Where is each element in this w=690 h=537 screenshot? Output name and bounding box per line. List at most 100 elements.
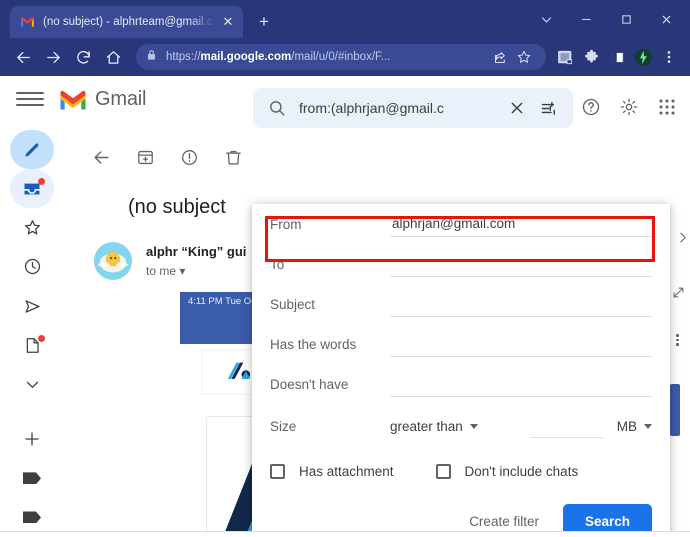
report-spam-icon[interactable] [178,146,200,168]
help-icon[interactable] [572,88,610,126]
size-operator-select[interactable]: greater than [390,419,530,434]
archive-icon[interactable] [134,146,156,168]
snoozed-button[interactable] [10,247,54,286]
gmail-logo[interactable]: Gmail [58,88,146,111]
drafts-button[interactable] [10,326,54,365]
chevron-down-icon [644,423,652,429]
sender-avatar [94,242,132,280]
recipient-text: to me [146,264,177,278]
inbox-button[interactable] [10,169,54,209]
next-email-chevron-right-icon[interactable] [676,231,689,249]
size-row: Size greater than MB [270,404,652,448]
inbox-unread-badge [38,178,45,186]
star-icon[interactable] [512,45,536,69]
share-icon[interactable] [488,45,512,69]
window-bottom-edge [0,531,690,537]
gmail-header: Gmail from:(alphrjan@gmail.c [0,76,690,128]
tab-title: (no subject) - alphrteam@gmail.c [43,16,213,28]
hamburger-menu-icon[interactable] [16,88,44,110]
compose-button[interactable] [10,130,54,170]
from-field-label: From [270,216,302,232]
label-tag-icon [23,511,41,524]
starred-button[interactable] [10,208,54,247]
gmail-header-actions [572,88,686,126]
url-domain: mail.google.com [200,51,292,63]
email-subject: (no subject [128,196,226,218]
tab-close-icon[interactable]: ✕ [219,13,237,31]
maximize-button[interactable] [606,4,646,34]
chrome-menu-kebab-icon[interactable] [656,44,682,70]
scrollbar-thumb[interactable] [670,384,680,436]
reload-button[interactable] [68,42,98,72]
from-field-input[interactable] [390,211,652,237]
back-to-inbox-button[interactable] [90,146,112,168]
green-extension-avatar[interactable] [630,44,656,70]
kebab-menu-icon[interactable] [676,334,679,346]
checkbox-box [270,463,285,479]
to-field: To [270,244,652,284]
gear-icon[interactable] [610,88,648,126]
sent-button[interactable] [10,287,54,326]
more-labels-button[interactable] [10,365,54,404]
screenshot-root: (no subject) - alphrteam@gmail.c ✕ + htt… [0,0,690,537]
browser-toolbar: https://mail.google.com/mail/u/0/#inbox/… [0,38,690,76]
address-bar[interactable]: https://mail.google.com/mail/u/0/#inbox/… [136,44,546,70]
exclude-chats-label: Don't include chats [464,463,579,479]
search-clear-icon[interactable] [501,92,533,124]
to-field-label: To [270,256,285,272]
forward-button[interactable] [38,42,68,72]
minimize-button[interactable] [566,4,606,34]
exclude-chats-checkbox[interactable]: Don't include chats [435,463,579,479]
browser-tab[interactable]: (no subject) - alphrteam@gmail.c ✕ [10,6,243,38]
subject-field: Subject [270,284,652,324]
screenshot-extension-icon[interactable] [552,44,578,70]
gmail-left-rail [0,122,64,537]
side-panel-icon[interactable] [604,44,630,70]
to-field-input[interactable] [390,251,652,277]
new-tab-button[interactable]: + [252,10,276,34]
has-words-field-input[interactable] [390,331,652,357]
from-field: From [270,204,652,244]
search-icon[interactable] [261,92,293,124]
email-sender: alphr “King” gui [146,244,247,259]
has-words-field-label: Has the words [270,336,357,352]
size-label: Size [270,418,297,434]
gmail-logo-text: Gmail [95,87,147,110]
gmail-logo-icon [60,90,86,109]
close-window-button[interactable] [646,4,686,34]
has-attachment-checkbox[interactable]: Has attachment [270,463,394,479]
trash-icon[interactable] [222,146,244,168]
home-button[interactable] [98,42,128,72]
search-options-icon[interactable] [533,92,565,124]
label-tag-icon [23,472,41,485]
subject-field-label: Subject [270,296,316,312]
lock-icon [146,48,158,66]
chevron-down-icon [469,423,478,429]
has-words-field: Has the words [270,324,652,364]
size-unit-select[interactable]: MB [617,419,652,434]
expand-icon[interactable] [672,286,685,304]
doesnt-have-field-label: Doesn't have [270,376,349,392]
doesnt-have-field: Doesn't have [270,364,652,404]
size-unit-value: MB [616,418,637,434]
checkbox-box [435,463,451,479]
puzzle-extensions-icon[interactable] [578,44,604,70]
tab-search-button[interactable] [526,4,566,34]
email-toolbar [90,146,244,168]
doesnt-have-field-input[interactable] [390,371,652,397]
new-label-button[interactable] [10,420,54,459]
apps-grid-icon[interactable] [648,88,686,126]
has-attachment-label: Has attachment [299,463,394,479]
back-button[interactable] [8,42,38,72]
search-input[interactable]: from:(alphrjan@gmail.c [293,100,501,116]
checkbox-row: Has attachment Don't include chats [270,448,652,494]
browser-titlebar: (no subject) - alphrteam@gmail.c ✕ + [0,0,690,38]
label-one-button[interactable] [10,459,54,498]
browser-window: (no subject) - alphrteam@gmail.c ✕ + htt… [0,0,690,537]
size-value-input[interactable] [530,414,603,438]
subject-field-input[interactable] [390,291,652,317]
gmail-search-bar[interactable]: from:(alphrjan@gmail.c [253,88,573,128]
email-recipient[interactable]: to me ▾ [146,264,185,278]
url-path: /mail/u/0/#inbox/F... [291,51,391,63]
gmail-page: (no subject alphr “King” gui to me ▾ 4:1… [0,76,690,537]
